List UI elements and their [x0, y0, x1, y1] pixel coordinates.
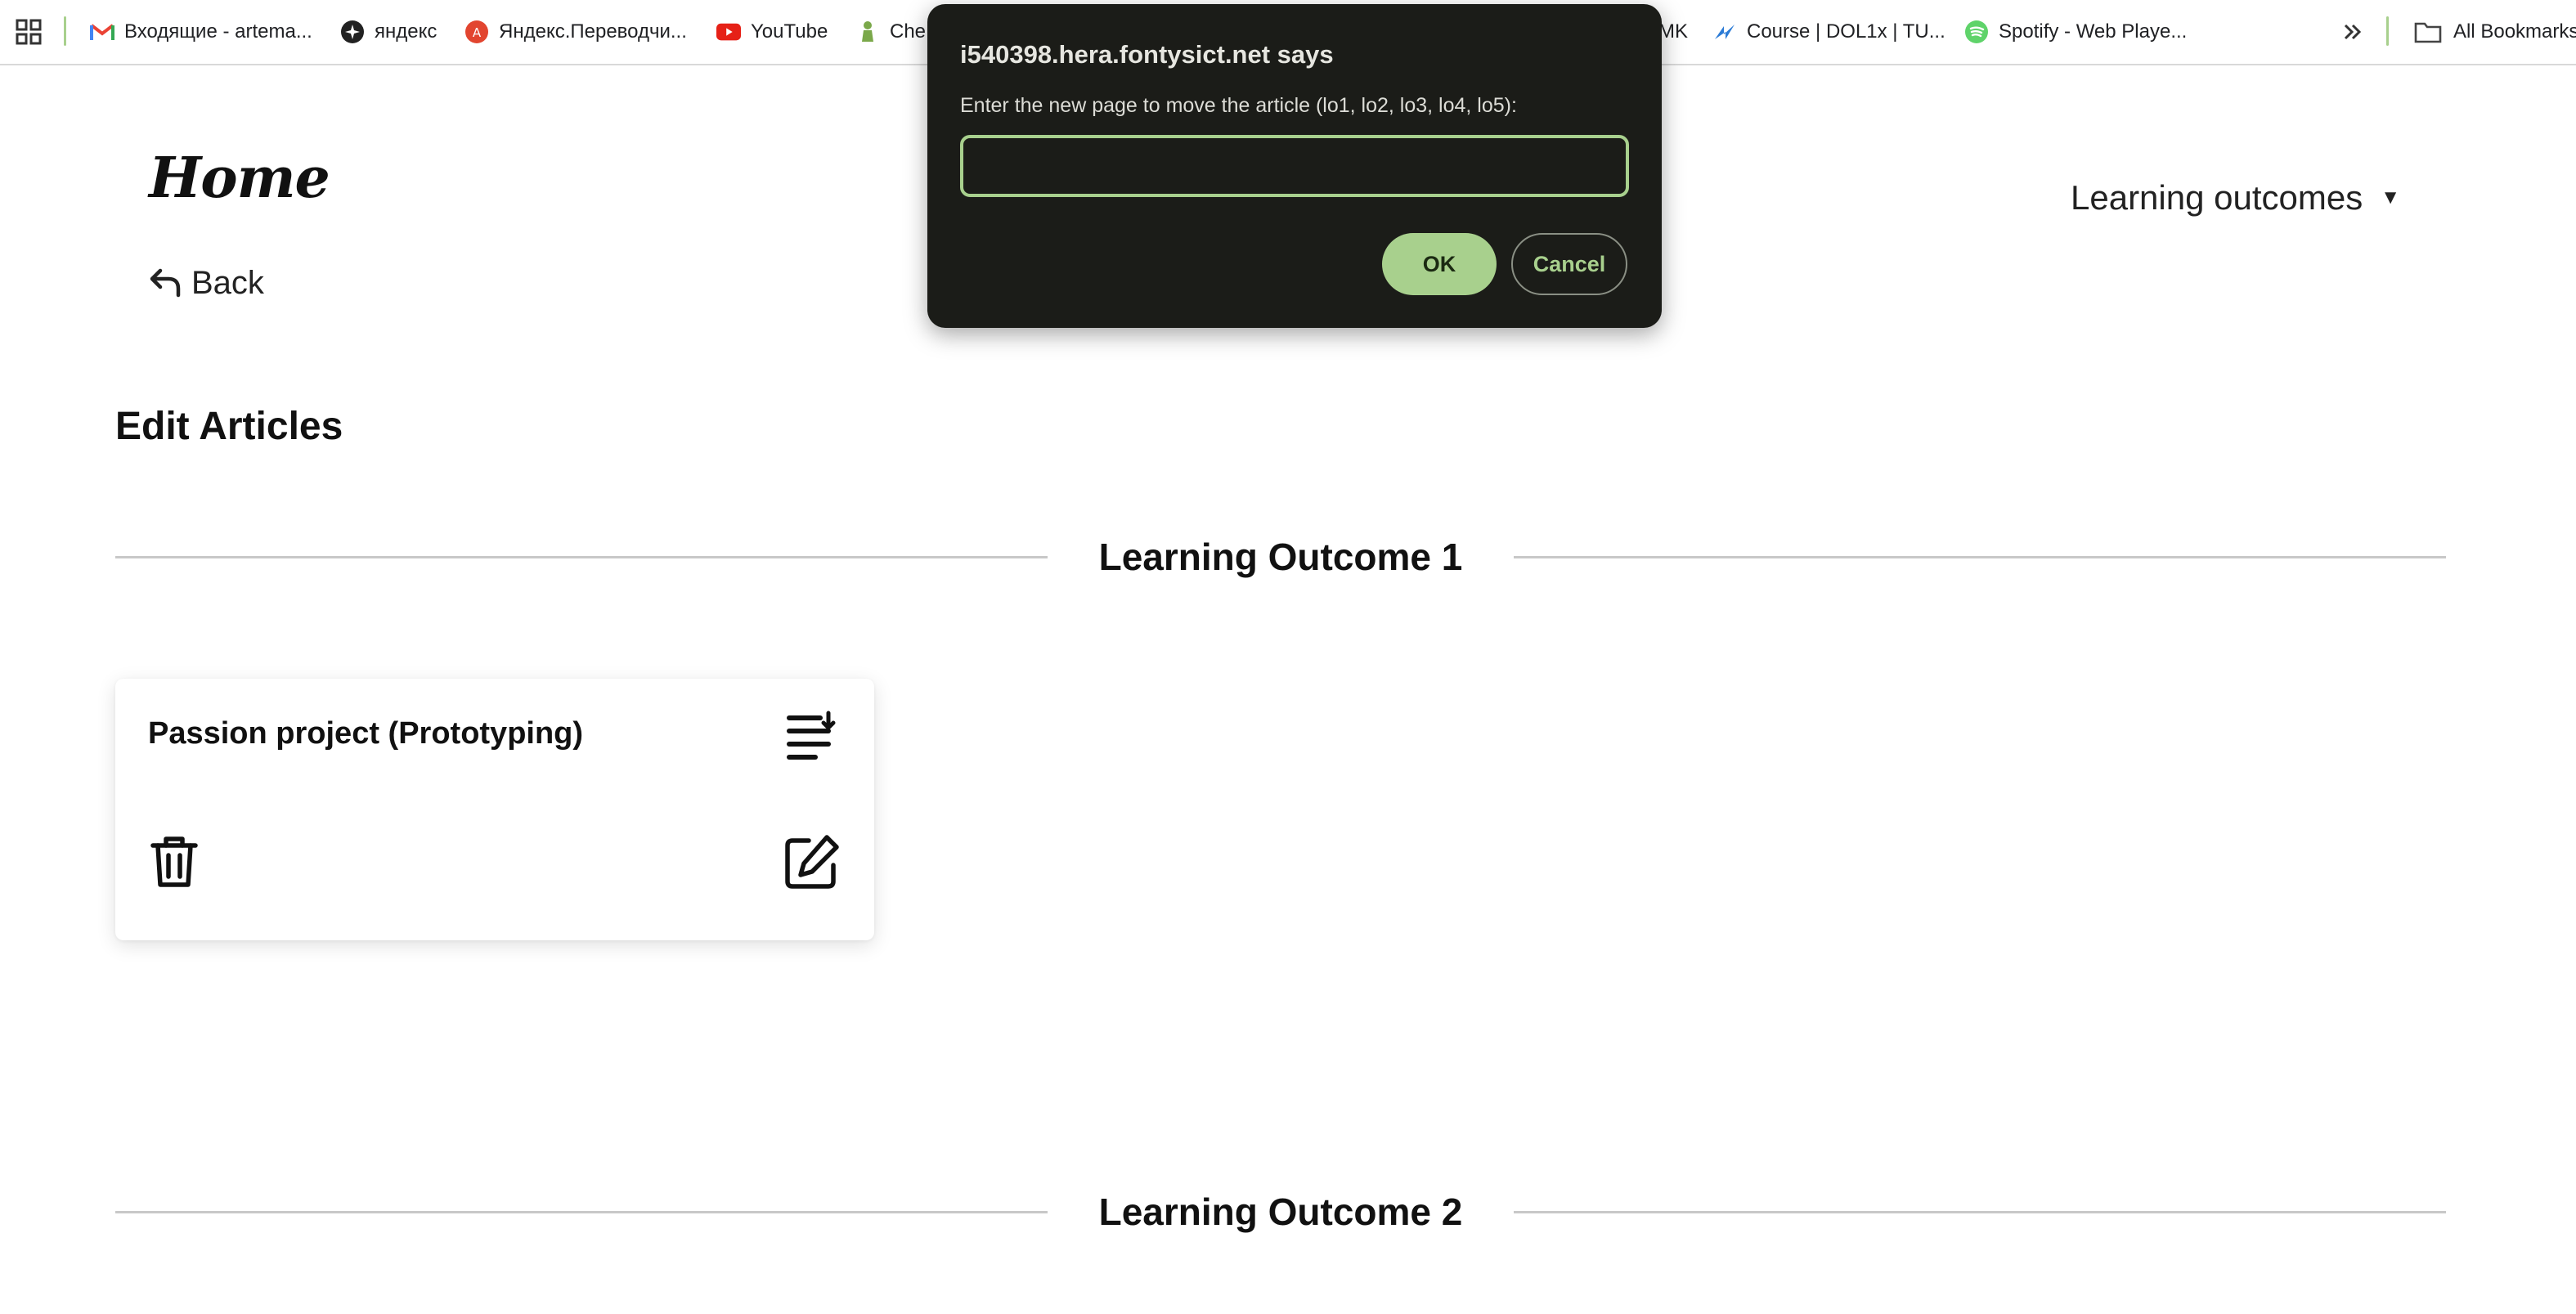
ok-button[interactable]: OK — [1382, 233, 1497, 295]
section-title: Learning Outcome 2 — [1098, 1191, 1463, 1233]
bookmark-label: Che — [890, 20, 927, 43]
section-divider-lo2: Learning Outcome 2 — [115, 1187, 2446, 1236]
divider-line — [1514, 556, 2446, 558]
yandex-translate-icon: A — [464, 20, 489, 44]
all-bookmarks-button[interactable]: All Bookmarks — [2414, 0, 2576, 64]
article-card: Passion project (Prototyping) — [115, 679, 874, 940]
bookmark-label: Spotify - Web Playe... — [1999, 20, 2188, 43]
bookmark-youtube[interactable]: YouTube — [716, 0, 828, 64]
youtube-icon — [716, 20, 741, 44]
bookmark-gmail[interactable]: Входящие - artema... — [90, 0, 312, 64]
bookmark-label: YouTube — [751, 20, 828, 43]
bookmark-label: MK — [1658, 20, 1688, 43]
bookmark-chess[interactable]: Che — [855, 0, 926, 64]
bookmark-label: Яндекс.Переводчи... — [499, 20, 687, 43]
bookmark-yandex[interactable]: яндекс — [340, 0, 437, 64]
folder-icon — [2414, 22, 2442, 43]
move-article-icon[interactable] — [783, 706, 845, 769]
all-bookmarks-label: All Bookmarks — [2453, 20, 2576, 43]
move-page-input[interactable] — [960, 135, 1629, 197]
yandex-icon — [340, 20, 365, 44]
bookmarks-separator — [2386, 16, 2389, 46]
back-label: Back — [191, 264, 264, 301]
back-button[interactable]: Back — [147, 260, 264, 306]
home-link[interactable]: Home — [149, 146, 330, 211]
gmail-icon — [90, 20, 114, 44]
edit-icon[interactable] — [781, 831, 843, 893]
chess-icon — [855, 20, 880, 44]
bookmarks-separator — [64, 16, 66, 46]
section-divider-lo1: Learning Outcome 1 — [115, 532, 2446, 581]
bookmark-yandex-translate[interactable]: A Яндекс.Переводчи... — [464, 0, 687, 64]
chevron-double-right-icon[interactable] — [2339, 18, 2367, 46]
dialog-origin: i540398.hera.fontysict.net says — [960, 40, 1334, 69]
divider-line — [1514, 1211, 2446, 1213]
divider-line — [115, 1211, 1048, 1213]
trash-icon[interactable] — [143, 831, 205, 893]
bookmark-mk[interactable]: MK — [1658, 0, 1688, 64]
bookmark-label: Course | DOL1x | TU... — [1747, 20, 1945, 43]
apps-grid-icon[interactable] — [15, 18, 43, 46]
cancel-button[interactable]: Cancel — [1511, 233, 1627, 295]
bookmark-label: яндекс — [375, 20, 438, 43]
spotify-icon — [1964, 20, 1989, 44]
prompt-dialog: i540398.hera.fontysict.net says Enter th… — [927, 4, 1662, 328]
caret-down-icon: ▼ — [2381, 186, 2400, 209]
svg-text:A: A — [473, 25, 482, 40]
bookmark-course[interactable]: Course | DOL1x | TU... — [1712, 0, 1945, 64]
dialog-message: Enter the new page to move the article (… — [960, 94, 1517, 117]
bookmark-label: Входящие - artema... — [124, 20, 312, 43]
learning-outcomes-dropdown[interactable]: Learning outcomes ▼ — [2071, 173, 2400, 222]
edx-icon — [1712, 20, 1737, 44]
back-arrow-icon — [150, 268, 181, 298]
article-title: Passion project (Prototyping) — [148, 716, 584, 751]
dropdown-label: Learning outcomes — [2071, 178, 2363, 217]
bookmark-spotify[interactable]: Spotify - Web Playe... — [1964, 0, 2187, 64]
section-title: Learning Outcome 1 — [1098, 536, 1463, 578]
divider-line — [115, 556, 1048, 558]
page-title: Edit Articles — [115, 405, 343, 448]
